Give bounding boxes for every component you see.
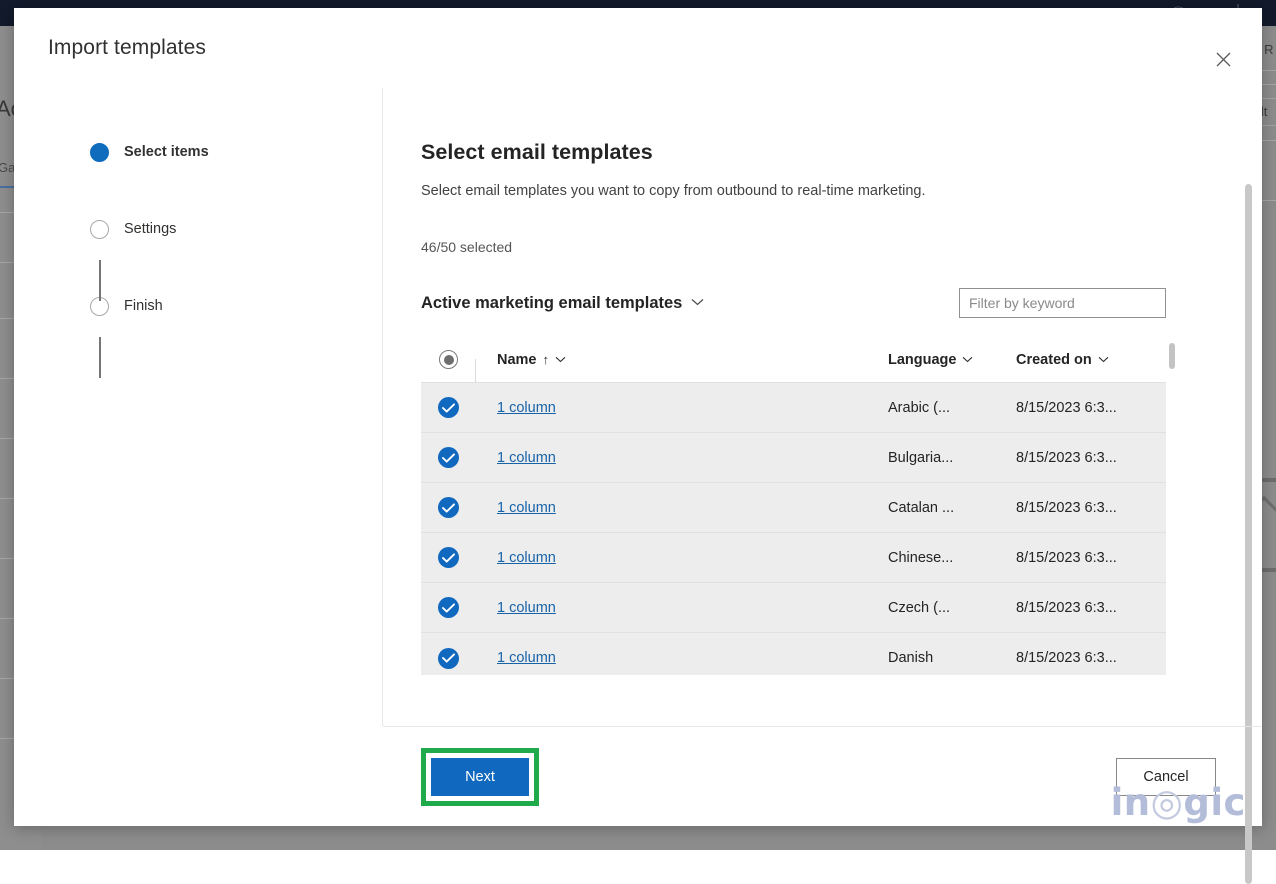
chevron-down-icon bbox=[691, 297, 704, 309]
row-name-cell: 1 column bbox=[476, 649, 888, 667]
row-select-cell bbox=[421, 497, 476, 518]
row-language-cell: Catalan ... bbox=[888, 500, 1016, 516]
row-name-cell: 1 column bbox=[476, 499, 888, 517]
templates-grid: Name ↑ Language bbox=[421, 337, 1166, 675]
row-created-on-cell: 8/15/2023 6:3... bbox=[1016, 600, 1166, 616]
import-templates-dialog: Import templates Select items Settings F… bbox=[14, 8, 1262, 826]
step-finish[interactable]: Finish bbox=[14, 292, 382, 320]
dialog-title: Import templates bbox=[48, 36, 206, 60]
page-subtitle: Select email templates you want to copy … bbox=[421, 183, 1262, 199]
wizard-step-nav: Select items Settings Finish bbox=[14, 88, 383, 726]
view-selector-label: Active marketing email templates bbox=[421, 294, 682, 313]
row-select-cell bbox=[421, 648, 476, 669]
partial-select-indicator-icon bbox=[444, 355, 454, 365]
step-bullet-filled-icon bbox=[90, 143, 109, 162]
row-created-on-cell: 8/15/2023 6:3... bbox=[1016, 550, 1166, 566]
table-row[interactable]: 1 column Bulgaria... 8/15/2023 6:3... bbox=[421, 433, 1166, 483]
chevron-down-icon bbox=[1098, 354, 1109, 366]
grid-header-row: Name ↑ Language bbox=[421, 337, 1166, 383]
table-row[interactable]: 1 column Czech (... 8/15/2023 6:3... bbox=[421, 583, 1166, 633]
row-name-cell: 1 column bbox=[476, 449, 888, 467]
table-row[interactable]: 1 column Chinese... 8/15/2023 6:3... bbox=[421, 533, 1166, 583]
dialog-body: Select items Settings Finish Select emai… bbox=[14, 88, 1262, 726]
close-icon[interactable] bbox=[1206, 42, 1240, 76]
column-header-created-on[interactable]: Created on bbox=[1016, 352, 1166, 368]
row-language-cell: Arabic (... bbox=[888, 400, 1016, 416]
step-bullet-empty-icon bbox=[90, 220, 109, 239]
template-name-link[interactable]: 1 column bbox=[497, 400, 556, 416]
filter-by-keyword-input[interactable] bbox=[959, 288, 1166, 318]
page-title: Select email templates bbox=[421, 140, 1262, 165]
row-language-cell: Czech (... bbox=[888, 600, 1016, 616]
row-created-on-cell: 8/15/2023 6:3... bbox=[1016, 500, 1166, 516]
row-checkbox-checked-icon[interactable] bbox=[438, 648, 459, 669]
column-header-label: Language bbox=[888, 352, 956, 368]
row-language-cell: Bulgaria... bbox=[888, 450, 1016, 466]
template-name-link[interactable]: 1 column bbox=[497, 600, 556, 616]
row-select-cell bbox=[421, 597, 476, 618]
step-connector-line bbox=[99, 337, 101, 378]
dialog-scrollbar[interactable] bbox=[1245, 168, 1252, 712]
column-header-name[interactable]: Name ↑ bbox=[476, 352, 888, 368]
row-name-cell: 1 column bbox=[476, 399, 888, 417]
table-row[interactable]: 1 column Danish 8/15/2023 6:3... bbox=[421, 633, 1166, 675]
step-connector-line bbox=[99, 260, 101, 301]
list-controls: Active marketing email templates bbox=[421, 288, 1166, 318]
select-all-toggle[interactable] bbox=[439, 350, 458, 369]
table-row[interactable]: 1 column Arabic (... 8/15/2023 6:3... bbox=[421, 383, 1166, 433]
step-label: Select items bbox=[124, 144, 209, 160]
template-name-link[interactable]: 1 column bbox=[497, 450, 556, 466]
row-checkbox-checked-icon[interactable] bbox=[438, 397, 459, 418]
step-label: Finish bbox=[124, 298, 163, 314]
main-content-panel: Select email templates Select email temp… bbox=[383, 88, 1262, 726]
grid-body[interactable]: 1 column Arabic (... 8/15/2023 6:3... 1 … bbox=[421, 383, 1166, 675]
row-select-cell bbox=[421, 397, 476, 418]
row-checkbox-checked-icon[interactable] bbox=[438, 497, 459, 518]
row-checkbox-checked-icon[interactable] bbox=[438, 597, 459, 618]
column-header-label: Name bbox=[497, 352, 537, 368]
row-language-cell: Chinese... bbox=[888, 550, 1016, 566]
step-label: Settings bbox=[124, 221, 176, 237]
template-name-link[interactable]: 1 column bbox=[497, 650, 556, 666]
dialog-header: Import templates bbox=[14, 8, 1262, 88]
column-header-label: Created on bbox=[1016, 352, 1092, 368]
chevron-down-icon bbox=[555, 354, 566, 366]
chevron-down-icon bbox=[962, 354, 973, 366]
step-settings[interactable]: Settings bbox=[14, 215, 382, 243]
row-name-cell: 1 column bbox=[476, 599, 888, 617]
select-all-cell bbox=[421, 350, 476, 369]
next-button-highlight: Next bbox=[421, 748, 539, 806]
row-created-on-cell: 8/15/2023 6:3... bbox=[1016, 450, 1166, 466]
next-button[interactable]: Next bbox=[431, 758, 529, 796]
sort-ascending-icon: ↑ bbox=[543, 352, 550, 367]
table-row[interactable]: 1 column Catalan ... 8/15/2023 6:3... bbox=[421, 483, 1166, 533]
column-header-language[interactable]: Language bbox=[888, 352, 1016, 368]
template-name-link[interactable]: 1 column bbox=[497, 550, 556, 566]
row-select-cell bbox=[421, 447, 476, 468]
row-created-on-cell: 8/15/2023 6:3... bbox=[1016, 400, 1166, 416]
view-selector[interactable]: Active marketing email templates bbox=[421, 294, 704, 313]
grid-scrollbar-thumb[interactable] bbox=[1169, 343, 1175, 369]
row-checkbox-checked-icon[interactable] bbox=[438, 547, 459, 568]
row-created-on-cell: 8/15/2023 6:3... bbox=[1016, 650, 1166, 666]
selection-count: 46/50 selected bbox=[421, 239, 1262, 255]
template-name-link[interactable]: 1 column bbox=[497, 500, 556, 516]
row-checkbox-checked-icon[interactable] bbox=[438, 447, 459, 468]
row-language-cell: Danish bbox=[888, 650, 1016, 666]
dialog-footer: Next Cancel bbox=[383, 726, 1262, 826]
row-name-cell: 1 column bbox=[476, 549, 888, 567]
step-select-items[interactable]: Select items bbox=[14, 138, 382, 166]
cancel-button[interactable]: Cancel bbox=[1116, 758, 1216, 796]
row-select-cell bbox=[421, 547, 476, 568]
